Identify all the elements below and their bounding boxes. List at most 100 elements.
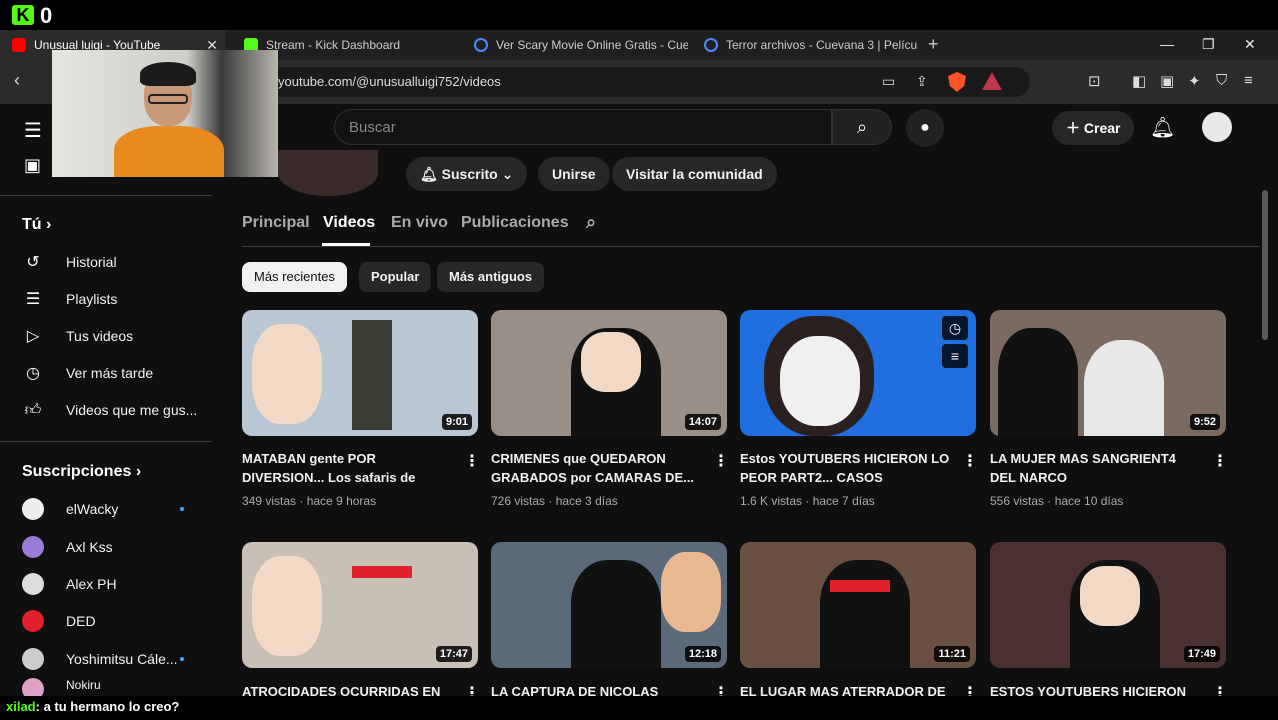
thumbnail-artwork <box>352 320 392 430</box>
sidebar-item-label: Playlists <box>66 291 118 307</box>
webcam-overlay <box>52 50 278 177</box>
sidebar-item-playlists[interactable]: ☰ Playlists <box>0 281 212 317</box>
video-duration: 14:07 <box>684 414 721 430</box>
new-tab-icon[interactable]: + <box>928 34 939 55</box>
notifications-bell-icon[interactable]: 🔔︎ <box>1150 115 1175 140</box>
search-input[interactable]: Buscar <box>334 109 832 145</box>
video-title[interactable]: Estos YOUTUBERS HICIERON LO PEOR PART2..… <box>740 449 954 487</box>
video-title[interactable]: MATABAN gente POR DIVERSION... Los safar… <box>242 449 456 487</box>
watch-later-icon: ◷ <box>26 365 40 382</box>
subscription-label: elWacky <box>66 501 119 517</box>
channel-avatar <box>22 678 44 696</box>
video-thumbnail[interactable]: 17:47 <box>242 542 478 668</box>
sidebar-toggle-icon[interactable]: ◧ <box>1132 72 1146 90</box>
video-thumbnail[interactable]: 9:52 <box>990 310 1226 436</box>
leo-ai-icon[interactable]: ✦ <box>1188 72 1201 90</box>
tab-label: Stream - Kick Dashboard <box>266 38 401 52</box>
create-button[interactable]: ＋ Crear <box>1052 111 1135 145</box>
webcam-person <box>148 94 188 104</box>
tabs-divider <box>242 246 1260 247</box>
screenshot-icon[interactable]: ⊡ <box>1088 72 1101 90</box>
video-options-icon[interactable]: ⋮ <box>464 451 480 471</box>
wallet-icon[interactable]: ▣ <box>1160 72 1174 90</box>
video-title[interactable]: LA MUJER MAS SANGRIENT4 DEL NARCO <box>990 449 1204 487</box>
video-options-icon[interactable]: ⋮ <box>713 451 729 471</box>
browser-tab-cuevana-2[interactable]: Terror archivos - Cuevana 3 | Películ <box>692 30 918 60</box>
visit-community-button[interactable]: Visitar la comunidad <box>612 157 777 191</box>
subscription-item[interactable]: Yoshimitsu Cále... <box>0 641 212 677</box>
add-to-queue-icon[interactable]: ≡ <box>942 344 968 368</box>
maximize-icon[interactable]: ❐ <box>1202 36 1215 53</box>
subscription-label: Axl Kss <box>66 539 113 555</box>
stream-overlay-top: K 0 <box>0 0 1278 30</box>
video-thumbnail[interactable]: 11:21 <box>740 542 976 668</box>
subscription-label: Yoshimitsu Cále... <box>66 651 178 667</box>
search-button[interactable]: ⌕ <box>832 109 892 145</box>
video-thumbnail[interactable]: 14:07 <box>491 310 727 436</box>
sidebar-subscriptions-heading[interactable]: Suscripciones › <box>22 463 141 481</box>
subscription-item[interactable]: DED <box>0 603 212 639</box>
page-scrollbar[interactable] <box>1262 190 1268 340</box>
sidebar-item-label: Tus videos <box>66 328 134 344</box>
channel-search-icon[interactable]: ⌕ <box>586 212 596 233</box>
subscribed-button[interactable]: 🔔︎ Suscrito ⌄ <box>406 157 528 191</box>
chip-recent[interactable]: Más recientes <box>242 262 347 292</box>
your-videos-icon: ▷ <box>26 328 40 345</box>
url-bar[interactable]: youtube.com/@unusualluigi752/videos ▭ ⇪ <box>250 67 1030 97</box>
channel-avatar <box>22 648 44 670</box>
join-button[interactable]: Unirse <box>538 157 610 191</box>
subscriptions-icon[interactable]: ▣ <box>24 155 41 176</box>
channel-avatar <box>22 573 44 595</box>
sidebar-item-label: Videos que me gus... <box>66 402 198 418</box>
thumbnail-artwork <box>1084 340 1164 436</box>
vpn-icon[interactable]: ⛉ <box>1216 72 1227 89</box>
channel-avatar <box>22 536 44 558</box>
voice-search-button[interactable]: ● <box>906 109 944 147</box>
account-avatar[interactable] <box>1202 112 1232 142</box>
tab-videos[interactable]: Videos <box>323 214 375 232</box>
video-options-icon[interactable]: ⋮ <box>1212 451 1228 471</box>
video-thumbnail[interactable]: 17:49 <box>990 542 1226 668</box>
chip-oldest[interactable]: Más antiguos <box>437 262 545 292</box>
subscription-item[interactable]: Axl Kss <box>0 529 212 565</box>
thumbnail-artwork <box>780 336 860 426</box>
tab-principal[interactable]: Principal <box>242 214 310 232</box>
back-icon[interactable]: ‹ <box>14 70 20 91</box>
thumbnail-artwork <box>820 560 910 668</box>
video-thumbnail[interactable]: 12:18 <box>491 542 727 668</box>
chip-popular[interactable]: Popular <box>359 262 432 292</box>
video-meta: 1.6 K vistas · hace 7 días <box>740 494 875 508</box>
subscription-item[interactable]: Alex PH <box>0 566 212 602</box>
video-duration: 11:21 <box>934 646 970 662</box>
subscription-item[interactable]: elWacky <box>0 491 212 527</box>
video-meta: 726 vistas · hace 3 días <box>491 494 618 508</box>
minimize-icon[interactable]: — <box>1160 36 1174 52</box>
tab-live[interactable]: En vivo <box>391 214 448 232</box>
browser-tab-cuevana-1[interactable]: Ver Scary Movie Online Gratis - Cue <box>462 30 688 60</box>
hamburger-menu-icon[interactable]: ☰ <box>24 118 42 143</box>
video-thumbnail[interactable]: ◷ ≡ <box>740 310 976 436</box>
plus-icon: ＋ <box>1066 120 1084 136</box>
video-thumbnail[interactable]: 9:01 <box>242 310 478 436</box>
channel-banner-fragment <box>278 150 378 196</box>
subscription-label: Nokiru <box>66 678 101 692</box>
sidebar-item-your-videos[interactable]: ▷ Tus videos <box>0 318 212 354</box>
share-icon[interactable]: ⇪ <box>916 73 928 90</box>
watch-later-icon[interactable]: ◷ <box>942 316 968 340</box>
channel-avatar <box>22 610 44 632</box>
sidebar-item-label: Historial <box>66 254 117 270</box>
menu-icon[interactable]: ≡ <box>1244 72 1253 89</box>
sidebar-you-heading[interactable]: Tú › <box>22 216 51 234</box>
liked-icon: 👍︎ <box>24 401 42 419</box>
subscription-item[interactable]: Nokiru <box>0 678 212 696</box>
video-duration: 9:01 <box>441 414 472 430</box>
sidebar-item-watch-later[interactable]: ◷ Ver más tarde <box>0 355 212 391</box>
video-title[interactable]: CRIMENES que QUEDARON GRABADOS por CAMAR… <box>491 449 705 487</box>
close-window-icon[interactable]: ✕ <box>1244 36 1256 53</box>
cuevana-favicon-icon <box>704 38 718 52</box>
tab-posts[interactable]: Publicaciones <box>461 214 569 232</box>
cast-icon[interactable]: ▭ <box>882 73 895 90</box>
sidebar-item-liked-videos[interactable]: 👍︎ Videos que me gus... <box>0 392 212 428</box>
sidebar-item-history[interactable]: ↺ Historial <box>0 244 212 280</box>
video-options-icon[interactable]: ⋮ <box>962 451 978 471</box>
